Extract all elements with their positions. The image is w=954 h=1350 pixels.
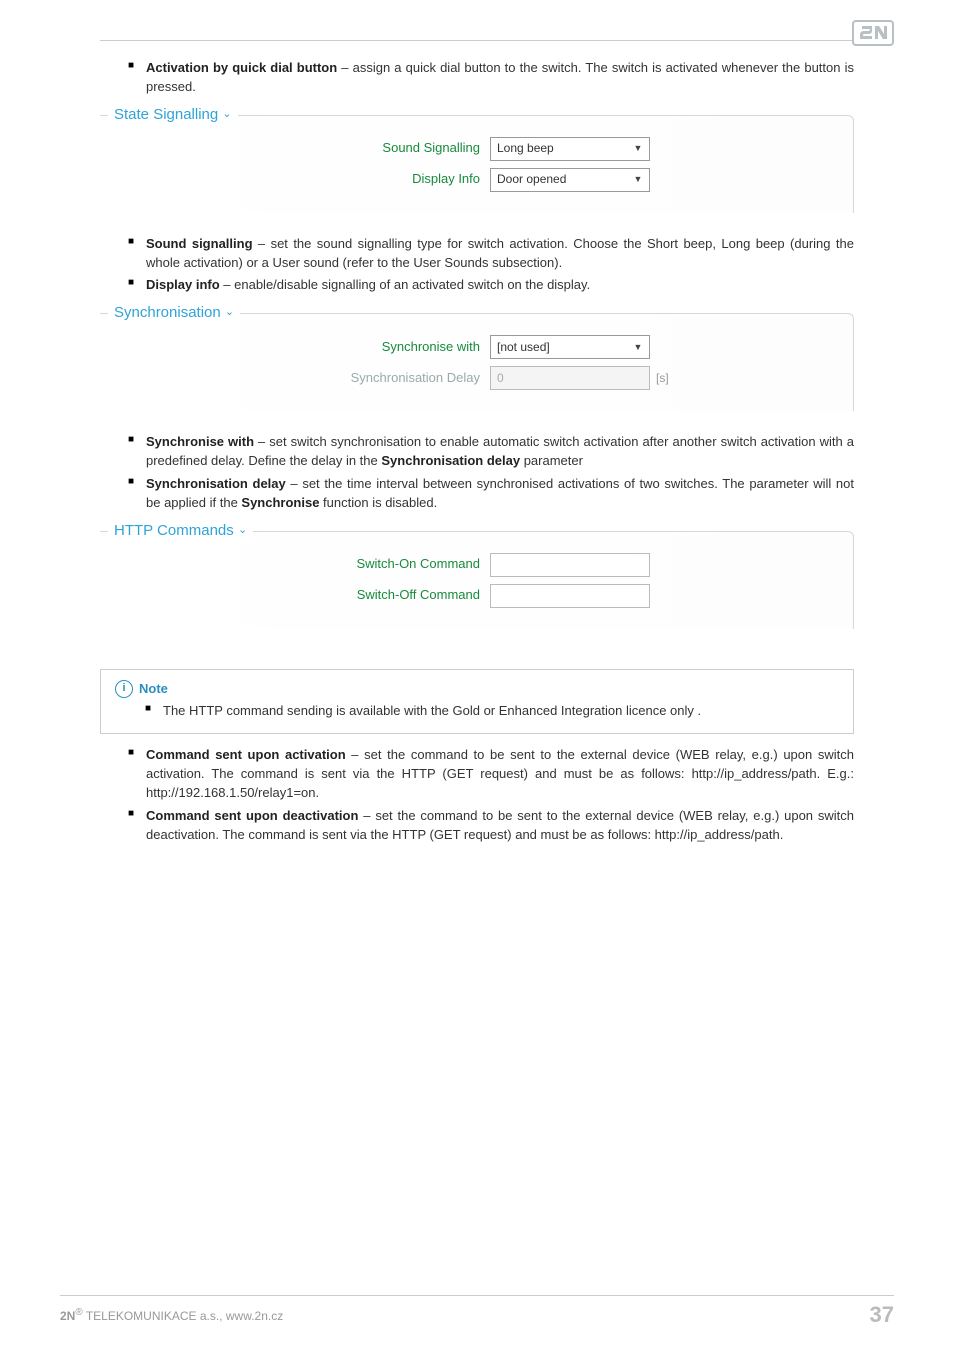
bullet-label: Synchronise with: [146, 434, 254, 449]
bullet-label-inline: Synchronisation delay: [381, 453, 520, 468]
bullet-label: Command sent upon activation: [146, 747, 346, 762]
dropdown-arrow-icon: ▼: [631, 142, 645, 156]
bullet-desc: function is disabled.: [319, 495, 437, 510]
footer-reg: ®: [75, 1307, 82, 1318]
switch-on-command-input[interactable]: [490, 553, 650, 577]
dropdown-arrow-icon: ▼: [631, 340, 645, 354]
page-footer: 2N® TELEKOMUNIKACE a.s., www.2n.cz 37: [60, 1295, 894, 1328]
bullet-desc: parameter: [520, 453, 583, 468]
http-commands-panel: HTTP Commands ⌄ Switch-On Command Switch…: [100, 531, 854, 629]
bullet-list-activation: Activation by quick dial button – assign…: [100, 59, 854, 97]
display-info-select[interactable]: Door opened ▼: [490, 168, 650, 192]
sync-delay-label: Synchronisation Delay: [140, 369, 490, 388]
note-box: i Note The HTTP command sending is avail…: [100, 669, 854, 735]
switch-on-command-label: Switch-On Command: [140, 555, 490, 574]
switch-off-command-input[interactable]: [490, 584, 650, 608]
footer-company: 2N: [60, 1309, 75, 1323]
chevron-down-icon: ⌄: [225, 306, 234, 318]
note-title-text: Note: [139, 680, 168, 699]
state-signalling-panel: State Signalling ⌄ Sound Signalling Long…: [100, 115, 854, 213]
sound-signalling-select[interactable]: Long beep ▼: [490, 137, 650, 161]
bullet-label: Display info: [146, 277, 220, 292]
footer-company-suffix: TELEKOMUNIKACE a.s., www.2n.cz: [83, 1309, 284, 1323]
synchronise-with-label: Synchronise with: [140, 338, 490, 357]
note-text: The HTTP command sending is available wi…: [145, 702, 839, 721]
bullet-list-sync: Synchronise with – set switch synchronis…: [100, 433, 854, 512]
display-info-label: Display Info: [140, 170, 490, 189]
bullet-label-inline: Synchronise: [241, 495, 319, 510]
dropdown-arrow-icon: ▼: [631, 173, 645, 187]
bullet-label: Command sent upon deactivation: [146, 808, 358, 823]
bullet-label: Sound signalling: [146, 236, 253, 251]
synchronisation-panel: Synchronisation ⌄ Synchronise with [not …: [100, 313, 854, 411]
sync-delay-input: 0: [490, 366, 650, 390]
bullet-list-commands: Command sent upon activation – set the c…: [100, 746, 854, 844]
chevron-down-icon: ⌄: [238, 524, 247, 536]
info-icon: i: [115, 680, 133, 698]
bullet-list-sound: Sound signalling – set the sound signall…: [100, 235, 854, 296]
sync-delay-unit: [s]: [656, 370, 669, 387]
page-number: 37: [870, 1302, 894, 1328]
sound-signalling-label: Sound Signalling: [140, 139, 490, 158]
panel-legend: State Signalling ⌄: [108, 104, 238, 126]
panel-legend: Synchronisation ⌄: [108, 302, 240, 324]
bullet-label: Activation by quick dial button: [146, 60, 337, 75]
bullet-desc: – enable/disable signalling of an activa…: [220, 277, 591, 292]
synchronise-with-select[interactable]: [not used] ▼: [490, 335, 650, 359]
bullet-label: Synchronisation delay: [146, 476, 286, 491]
bullet-desc: – set the sound signalling type for swit…: [146, 236, 854, 270]
chevron-down-icon: ⌄: [222, 108, 231, 120]
brand-logo: [852, 20, 894, 46]
panel-legend: HTTP Commands ⌄: [108, 520, 253, 542]
switch-off-command-label: Switch-Off Command: [140, 586, 490, 605]
